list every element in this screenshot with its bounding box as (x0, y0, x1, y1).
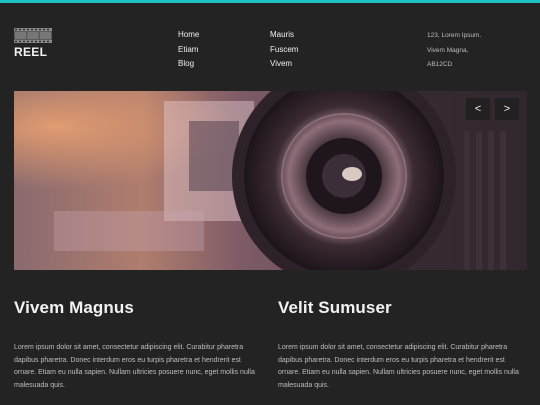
brand-name: REEL (14, 45, 48, 59)
accent-top-bar (0, 0, 540, 3)
nav-link-mauris[interactable]: Mauris (270, 28, 298, 43)
address-line-3: AB12CD (427, 61, 453, 68)
nav-link-etiam[interactable]: Etiam (178, 43, 199, 58)
column-title: Vivem Magnus (14, 298, 134, 317)
nav-link-fuscem[interactable]: Fuscem (270, 43, 298, 58)
slider-next-button[interactable]: > (495, 98, 519, 120)
hero-slider-image (14, 91, 527, 270)
content-column-left: Vivem Magnus Lorem ipsum dolor sit amet,… (14, 298, 264, 392)
film-strip-icon (14, 28, 52, 43)
column-text: Lorem ipsum dolor sit amet, consectetur … (278, 344, 519, 389)
nav-link-vivem[interactable]: Vivem (270, 57, 298, 72)
column-text: Lorem ipsum dolor sit amet, consectetur … (14, 344, 255, 389)
content-column-right: Velit Sumuser Lorem ipsum dolor sit amet… (278, 298, 528, 392)
nav-link-home[interactable]: Home (178, 28, 199, 43)
nav-link-blog[interactable]: Blog (178, 57, 199, 72)
nav-column-1: Home Etiam Blog (178, 28, 199, 72)
camera-lens-photo (14, 91, 527, 270)
address-block: 123, Lorem Ipsum. Vivem Magna, AB12CD (427, 29, 481, 73)
address-line-2: Vivem Magna, (427, 46, 469, 54)
address-line-1: 123, Lorem Ipsum. (427, 32, 482, 39)
nav-column-2: Mauris Fuscem Vivem (270, 28, 298, 72)
brand-logo[interactable]: REEL (14, 28, 54, 60)
slider-prev-button[interactable]: < (466, 98, 490, 120)
column-title: Velit Sumuser (278, 298, 392, 317)
